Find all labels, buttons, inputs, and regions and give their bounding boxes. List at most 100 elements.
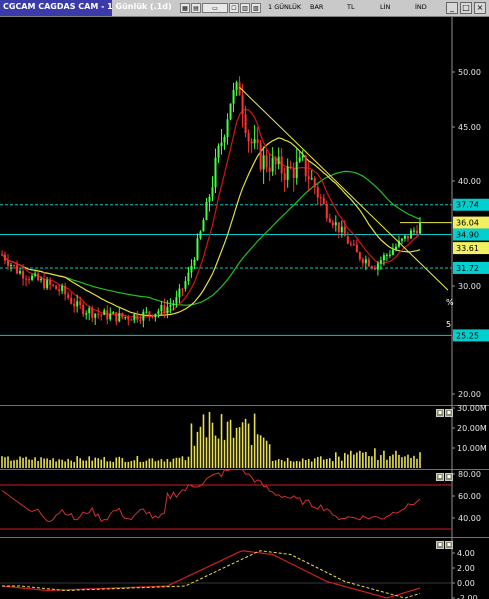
price-candle bbox=[382, 255, 385, 261]
price-candle bbox=[196, 238, 199, 260]
volume-panel-settings-icon[interactable]: ▪ bbox=[436, 409, 444, 417]
rsi-panel-close-icon[interactable]: ▪ bbox=[445, 473, 453, 481]
price-candle bbox=[187, 272, 190, 282]
price-candle bbox=[169, 305, 172, 307]
price-candle bbox=[379, 260, 382, 264]
price-candle bbox=[79, 301, 82, 305]
price-tag-label: 33.61 bbox=[456, 244, 479, 253]
price-candle bbox=[340, 226, 343, 233]
price-candle bbox=[40, 278, 43, 281]
price-candle bbox=[130, 319, 133, 321]
toolbar-button-3[interactable]: ▭ bbox=[202, 3, 228, 13]
price-panel-background bbox=[0, 17, 489, 405]
price-candle bbox=[97, 313, 100, 315]
price-candle bbox=[46, 280, 49, 289]
toolbar-button-4[interactable]: ☐ bbox=[229, 3, 239, 13]
price-candle bbox=[13, 264, 16, 266]
price-candle bbox=[145, 311, 148, 313]
price-candle bbox=[193, 259, 196, 266]
price-candle bbox=[277, 156, 280, 165]
window-title: CGCAM CAGDAS CAM - 1 Günlük (.1d) bbox=[3, 2, 172, 11]
close-icon[interactable]: × bbox=[474, 2, 486, 14]
price-chart[interactable]: 50.0045.0040.0030.0025.0020.0037.7436.04… bbox=[0, 17, 489, 405]
price-candle bbox=[376, 263, 379, 270]
price-candle bbox=[250, 141, 253, 144]
price-candle bbox=[64, 285, 67, 295]
price-candle bbox=[157, 311, 160, 314]
price-candle bbox=[304, 155, 307, 177]
interval-menu[interactable]: 1 GÜNLÜK bbox=[268, 3, 301, 11]
price-candle bbox=[256, 139, 259, 144]
rsi-panel-settings-icon[interactable]: ▪ bbox=[436, 473, 444, 481]
toolbar-button-1[interactable]: ▦ bbox=[180, 3, 190, 13]
price-candle bbox=[403, 235, 406, 239]
price-candle bbox=[319, 197, 322, 199]
toolbar-button-5[interactable]: ▥ bbox=[240, 3, 250, 13]
price-axis-tick-label: 50.00 bbox=[458, 68, 481, 77]
price-candle bbox=[184, 281, 187, 289]
price-candle bbox=[88, 308, 91, 314]
volume-axis-tick-label: 10.00M bbox=[457, 444, 487, 453]
price-candle bbox=[199, 231, 202, 239]
price-candle bbox=[67, 294, 70, 299]
price-candle bbox=[82, 304, 85, 315]
price-candle bbox=[409, 230, 412, 239]
price-candle bbox=[419, 222, 421, 234]
volume-chart[interactable]: 30.00M 20.00M 10.00M bbox=[0, 405, 489, 469]
price-candle bbox=[253, 139, 256, 144]
minimize-icon[interactable]: _ bbox=[446, 2, 458, 14]
price-candle bbox=[355, 244, 358, 253]
price-candle bbox=[220, 142, 223, 147]
price-candle bbox=[385, 254, 388, 256]
maximize-icon[interactable]: □ bbox=[460, 2, 472, 14]
price-candle bbox=[166, 306, 169, 314]
price-candle bbox=[70, 298, 73, 304]
price-candle bbox=[94, 313, 97, 318]
volume-panel-close-icon[interactable]: ▪ bbox=[445, 409, 453, 417]
window-titlebar[interactable]: CGCAM CAGDAS CAM - 1 Günlük (.1d) ▦ ▤ ▭ … bbox=[0, 0, 489, 17]
price-candle bbox=[343, 226, 346, 237]
price-candle bbox=[34, 273, 37, 276]
price-candle bbox=[265, 155, 268, 168]
chart-type-menu[interactable]: BAR bbox=[310, 3, 323, 11]
price-candle bbox=[103, 310, 106, 315]
price-candle bbox=[217, 146, 220, 158]
indicators-menu[interactable]: İND bbox=[415, 3, 427, 11]
price-candle bbox=[283, 173, 286, 180]
price-tag-label: 31.72 bbox=[456, 264, 479, 273]
macd-panel-close-icon[interactable]: ▪ bbox=[445, 541, 453, 549]
price-candle bbox=[181, 288, 184, 290]
toolbar-button-6[interactable]: ▧ bbox=[251, 3, 261, 13]
price-candle bbox=[37, 273, 40, 281]
price-candle bbox=[136, 314, 139, 320]
price-candle bbox=[400, 238, 403, 241]
title-caption: CGCAM CAGDAS CAM - 1 Günlük (.1d) bbox=[0, 0, 172, 16]
percent-mark: % bbox=[446, 298, 454, 307]
price-candle bbox=[331, 222, 334, 226]
price-candle bbox=[229, 103, 232, 120]
price-candle bbox=[247, 132, 250, 142]
price-candle bbox=[133, 314, 136, 321]
price-candle bbox=[142, 311, 145, 321]
currency-menu[interactable]: TL bbox=[347, 3, 355, 11]
scale-menu[interactable]: LİN bbox=[380, 3, 390, 11]
price-candle bbox=[28, 279, 31, 281]
toolbar-button-2[interactable]: ▤ bbox=[191, 3, 201, 13]
rsi-chart[interactable]: 80.00 60.00 40.00 bbox=[0, 469, 489, 537]
price-candle bbox=[274, 157, 277, 165]
price-axis-tick-label: 20.00 bbox=[458, 390, 481, 399]
price-candle bbox=[31, 275, 34, 280]
price-candle bbox=[202, 220, 205, 232]
price-candle bbox=[25, 278, 28, 280]
macd-chart[interactable]: 4.00 2.00 0.00 -2.00 bbox=[0, 537, 489, 599]
price-candle bbox=[49, 280, 52, 285]
price-candle bbox=[241, 95, 244, 115]
price-candle bbox=[268, 167, 271, 172]
macd-panel-settings-icon[interactable]: ▪ bbox=[436, 541, 444, 549]
price-candle bbox=[208, 196, 211, 202]
price-candle bbox=[352, 244, 355, 246]
volume-axis-tick-label: 20.00M bbox=[457, 424, 487, 433]
price-candle bbox=[346, 236, 349, 244]
price-candle bbox=[364, 259, 367, 264]
price-candle bbox=[112, 312, 115, 314]
